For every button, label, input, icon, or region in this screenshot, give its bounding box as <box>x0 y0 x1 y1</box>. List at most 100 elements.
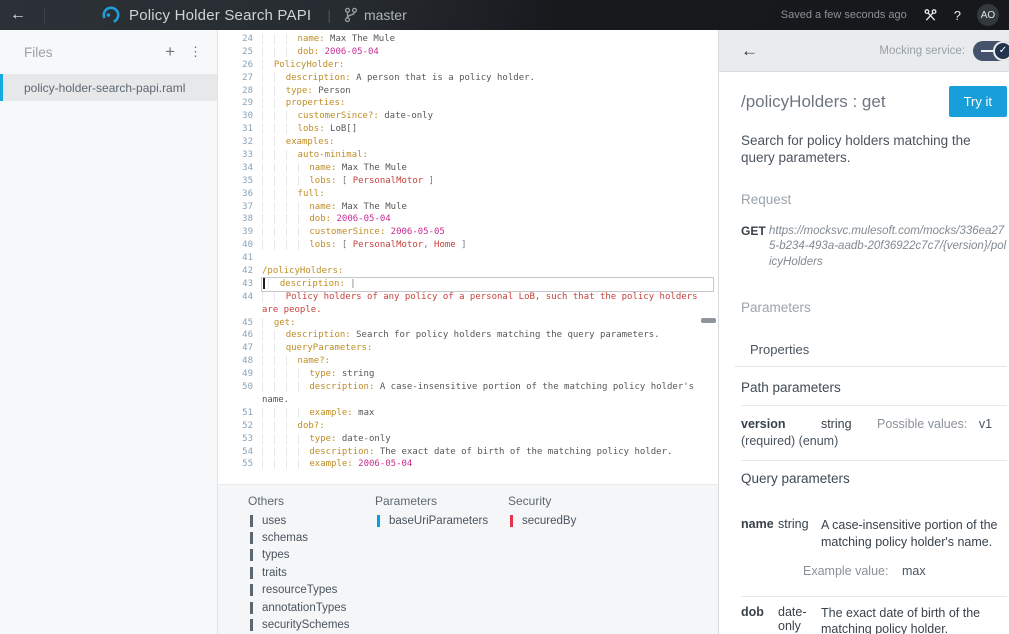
line-number: 51 <box>242 407 253 418</box>
shelf-item-bar <box>250 619 253 632</box>
panel-resize-handle[interactable] <box>701 318 716 323</box>
code-line[interactable]: 44 Policy holders of any policy of a per… <box>218 291 718 304</box>
code-line[interactable]: 37 name: Max The Mule <box>218 201 718 214</box>
mocking-service-label: Mocking service: <box>879 44 965 57</box>
back-arrow-icon[interactable]: ← <box>10 6 36 24</box>
code-editor[interactable]: 24 name: Max The Mule 25 dob: 2006-05-04 2… <box>218 30 718 484</box>
shelf-item-bar <box>250 584 253 597</box>
panel-back-arrow-icon[interactable]: ← <box>741 41 758 61</box>
shelf-item-schemas[interactable]: schemas <box>248 529 375 546</box>
shelf-item-types[interactable]: types <box>248 547 375 564</box>
line-number: 42 <box>242 266 253 277</box>
code-line[interactable]: 53 type: date-only <box>218 433 718 446</box>
branch-selector[interactable]: master <box>343 7 407 23</box>
keyboard-shortcuts-icon[interactable] <box>923 8 938 23</box>
code-line[interactable]: 31 lobs: LoB[] <box>218 123 718 136</box>
try-it-button[interactable]: Try it <box>948 86 1007 117</box>
code-line[interactable]: 48 name?: <box>218 355 718 368</box>
code-line[interactable]: 55 example: 2006-05-04 <box>218 458 718 471</box>
param-type: date-only <box>778 604 807 633</box>
files-sidebar: Files + ⋮ policy-holder-search-papi.raml <box>0 30 218 634</box>
shelf-item-uses[interactable]: uses <box>248 512 375 529</box>
shelf-item-bar <box>250 514 253 527</box>
shelf-group-title: Others <box>248 494 285 508</box>
avatar[interactable]: AO <box>977 4 999 26</box>
line-number: 32 <box>242 137 253 148</box>
code-line[interactable]: 54 description: The exact date of birth … <box>218 446 718 459</box>
code-line[interactable]: 33 auto-minimal: <box>218 149 718 162</box>
code-line[interactable]: 34 name: Max The Mule <box>218 162 718 175</box>
shelf-item-bar <box>250 549 253 562</box>
code-line[interactable]: 27 description: A person that is a polic… <box>218 72 718 85</box>
code-line[interactable]: 47 queryParameters: <box>218 342 718 355</box>
shelf-item-bar <box>510 514 513 527</box>
code-line[interactable]: are people. <box>218 304 718 317</box>
line-number: 49 <box>242 369 253 380</box>
path-parameters-heading: Path parameters <box>741 380 841 396</box>
line-number <box>218 394 262 407</box>
tab-properties[interactable]: Properties <box>750 342 1007 366</box>
api-summary-panel: ← Mocking service: ✓ /policyHolders : ge… <box>718 30 1009 634</box>
add-file-icon[interactable]: + <box>165 42 175 62</box>
files-header: Files <box>24 44 53 60</box>
code-line[interactable]: 52 dob?: <box>218 420 718 433</box>
git-branch-icon <box>344 7 358 23</box>
line-number: 37 <box>242 201 253 212</box>
path-param-version: version string Possible values: v1 <box>741 417 1007 431</box>
code-line[interactable]: 50 description: A case-insensitive porti… <box>218 381 718 394</box>
shelf-item-annotationTypes[interactable]: annotationTypes <box>248 599 375 616</box>
code-line[interactable]: 32 examples: <box>218 136 718 149</box>
code-line[interactable]: 45 get: <box>218 317 718 330</box>
divider <box>741 595 1007 597</box>
code-line[interactable]: 40 lobs: [ PersonalMotor, Home ] <box>218 239 718 252</box>
shelf-groups: Others uses schemas types traits resourceType… <box>248 494 718 634</box>
shelf-item-traits[interactable]: traits <box>248 564 375 581</box>
line-number <box>218 304 262 317</box>
http-method: GET <box>741 223 766 238</box>
code-line[interactable]: 49 type: string <box>218 368 718 381</box>
line-number: 28 <box>242 85 253 96</box>
example-value: max <box>901 563 926 578</box>
divider <box>741 405 1007 407</box>
divider: | <box>327 7 331 23</box>
kebab-menu-icon[interactable]: ⋮ <box>189 44 203 60</box>
param-type: string <box>820 417 852 432</box>
code-line[interactable]: 46 description: Search for policy holder… <box>218 329 718 342</box>
code-line[interactable]: 42/policyHolders: <box>218 265 718 278</box>
code-line[interactable]: 24 name: Max The Mule <box>218 33 718 46</box>
endpoint-detail: /policyHolders : get Try it Search for p… <box>719 72 1009 634</box>
code-line[interactable]: 41 <box>218 252 718 265</box>
line-number: 36 <box>242 188 253 199</box>
code-line[interactable]: 35 lobs: [ PersonalMotor ] <box>218 175 718 188</box>
file-name: policy-holder-search-papi.raml <box>24 80 186 95</box>
code-line[interactable]: name. <box>218 394 718 407</box>
code-line[interactable]: 26 PolicyHolder: <box>218 59 718 72</box>
code-line[interactable]: 30 customerSince?: date-only <box>218 110 718 123</box>
code-line[interactable]: 36 full: <box>218 188 718 201</box>
mocking-service-toggle[interactable]: ✓ <box>973 40 1009 61</box>
shelf-item-securitySchemes[interactable]: securitySchemes <box>248 616 375 633</box>
parameters-heading: Parameters <box>741 300 811 316</box>
branch-name: master <box>363 7 407 23</box>
code-line[interactable]: 29 properties: <box>218 97 718 110</box>
shelf-item-resourceTypes[interactable]: resourceTypes <box>248 582 375 599</box>
param-name: dob <box>741 604 764 619</box>
help-icon[interactable]: ? <box>954 8 961 23</box>
code-line[interactable]: 51 example: max <box>218 407 718 420</box>
file-item-selected[interactable]: policy-holder-search-papi.raml <box>0 74 217 101</box>
code-line[interactable]: 43 description: | <box>218 277 718 291</box>
mock-service-url[interactable]: https://mocksvc.mulesoft.com/mocks/336ea… <box>769 224 1007 271</box>
code-line[interactable]: 39 customerSince: 2006-05-05 <box>218 226 718 239</box>
divider <box>735 366 1007 368</box>
line-number: 47 <box>242 343 253 354</box>
shelf-item-securedBy[interactable]: securedBy <box>508 512 635 529</box>
shelf-item-baseUriParameters[interactable]: baseUriParameters <box>375 512 508 529</box>
code-line[interactable]: 25 dob: 2006-05-04 <box>218 46 718 59</box>
code-line[interactable]: 38 dob: 2006-05-04 <box>218 213 718 226</box>
shelf-item-bar <box>250 601 253 614</box>
editor-column: 24 name: Max The Mule 25 dob: 2006-05-04 2… <box>218 30 718 634</box>
line-number: 29 <box>242 98 253 109</box>
param-name: name <box>741 517 774 532</box>
code-line[interactable]: 28 type: Person <box>218 85 718 98</box>
param-qualifiers: (required) (enum) <box>741 434 839 449</box>
